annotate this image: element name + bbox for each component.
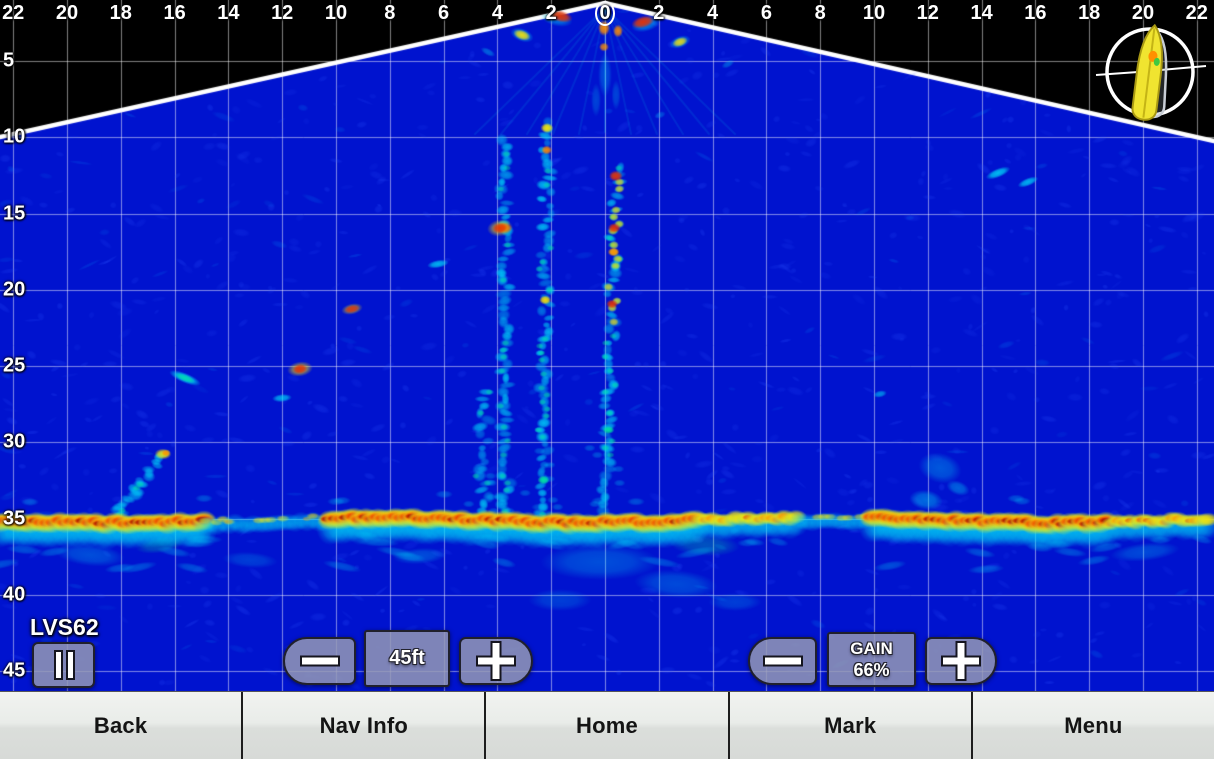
distance-tick-label: 14 bbox=[217, 3, 239, 23]
depth-tick-label: 20 bbox=[3, 279, 25, 299]
distance-tick-label: 6 bbox=[761, 3, 772, 23]
pause-icon bbox=[42, 645, 86, 685]
depth-tick-label: 35 bbox=[3, 508, 25, 528]
distance-tick-label: 2 bbox=[546, 3, 557, 23]
distance-tick-label: 12 bbox=[917, 3, 939, 23]
menu-button-home[interactable]: Home bbox=[484, 692, 727, 759]
menu-button-label: Nav Info bbox=[320, 713, 408, 739]
distance-tick-label: 14 bbox=[970, 3, 992, 23]
range-increase-button[interactable] bbox=[459, 637, 533, 685]
bottom-menu-bar: Back Nav Info Home Mark Menu bbox=[0, 691, 1214, 759]
depth-tick-label: 10 bbox=[3, 127, 25, 147]
depth-tick-label: 30 bbox=[3, 432, 25, 452]
gain-value-text: 66% bbox=[853, 660, 889, 681]
range-value-display: 45ft bbox=[364, 630, 450, 687]
distance-tick-label: 10 bbox=[325, 3, 347, 23]
pause-button[interactable] bbox=[32, 642, 95, 688]
gain-increase-button[interactable] bbox=[925, 637, 997, 685]
menu-button-label: Menu bbox=[1064, 713, 1122, 739]
depth-tick-label: 15 bbox=[3, 203, 25, 223]
transducer-label: LVS62 bbox=[30, 614, 99, 641]
distance-tick-label: 4 bbox=[707, 3, 718, 23]
distance-tick-label: 20 bbox=[56, 3, 78, 23]
distance-tick-label: 0 bbox=[599, 3, 610, 23]
menu-button-label: Mark bbox=[824, 713, 876, 739]
menu-button-back[interactable]: Back bbox=[0, 692, 241, 759]
distance-tick-label: 2 bbox=[653, 3, 664, 23]
boat-orientation-indicator bbox=[1092, 12, 1212, 124]
menu-button-label: Home bbox=[576, 713, 638, 739]
depth-tick-label: 40 bbox=[3, 584, 25, 604]
menu-button-menu[interactable]: Menu bbox=[971, 692, 1214, 759]
menu-button-mark[interactable]: Mark bbox=[728, 692, 971, 759]
distance-tick-label: 6 bbox=[438, 3, 449, 23]
gain-label: GAIN bbox=[850, 639, 893, 659]
range-decrease-button[interactable] bbox=[283, 637, 356, 685]
gain-decrease-button[interactable] bbox=[748, 637, 817, 685]
distance-tick-label: 16 bbox=[1024, 3, 1046, 23]
depth-tick-label: 25 bbox=[3, 356, 25, 376]
fishfinder-screen: 2220181614121086420246810121416182022 51… bbox=[0, 0, 1214, 759]
distance-tick-label: 10 bbox=[863, 3, 885, 23]
distance-tick-label: 22 bbox=[2, 3, 24, 23]
menu-button-label: Back bbox=[94, 713, 147, 739]
plus-icon bbox=[938, 638, 984, 684]
depth-tick-label: 45 bbox=[3, 661, 25, 681]
range-value-text: 45ft bbox=[389, 647, 425, 670]
minus-icon bbox=[760, 638, 806, 684]
boat-icon bbox=[1092, 12, 1212, 124]
livescope-sonar-display[interactable] bbox=[0, 0, 1214, 691]
minus-icon bbox=[297, 638, 343, 684]
menu-button-nav-info[interactable]: Nav Info bbox=[241, 692, 484, 759]
distance-tick-label: 12 bbox=[271, 3, 293, 23]
distance-tick-label: 16 bbox=[163, 3, 185, 23]
distance-tick-label: 8 bbox=[815, 3, 826, 23]
plus-icon bbox=[473, 638, 519, 684]
distance-tick-label: 4 bbox=[492, 3, 503, 23]
distance-tick-label: 18 bbox=[110, 3, 132, 23]
depth-tick-label: 5 bbox=[3, 51, 14, 71]
distance-tick-label: 8 bbox=[384, 3, 395, 23]
gain-value-display: GAIN 66% bbox=[827, 632, 916, 687]
